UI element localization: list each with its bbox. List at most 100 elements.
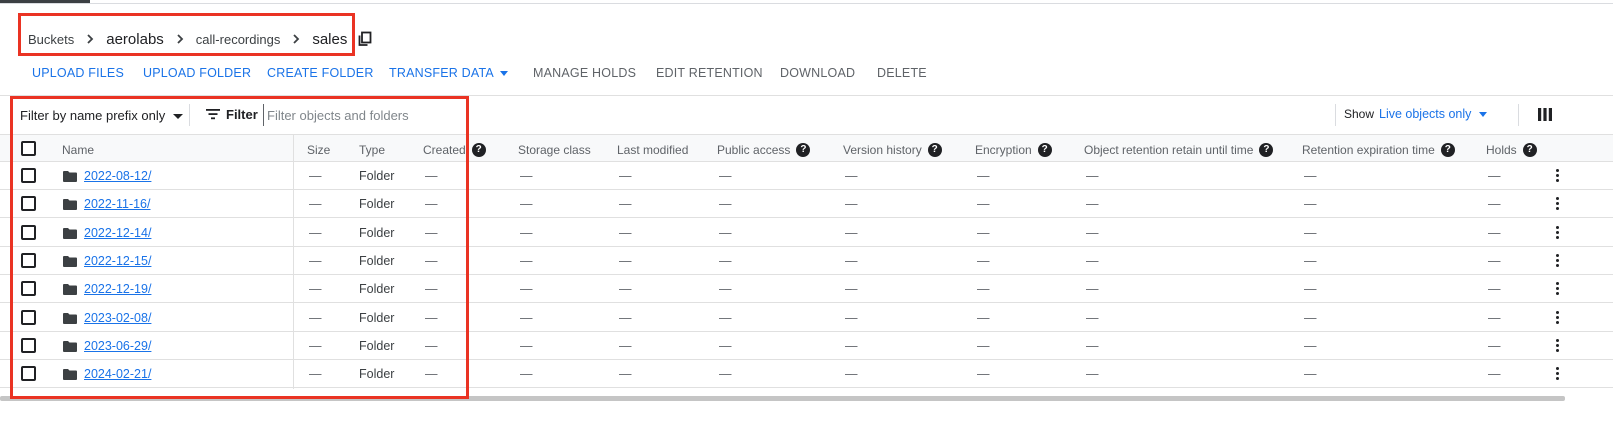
filter-input[interactable]	[263, 104, 453, 126]
column-header-size[interactable]: Size	[307, 143, 330, 157]
empty-cell: —	[619, 310, 632, 325]
row-checkbox[interactable]	[21, 168, 36, 183]
manage-holds-button[interactable]: MANAGE HOLDS	[533, 66, 636, 80]
show-select-value: Live objects only	[1379, 107, 1472, 121]
upload-folder-button[interactable]: UPLOAD FOLDER	[143, 66, 251, 80]
more-vert-icon[interactable]	[1556, 169, 1560, 183]
help-icon[interactable]: ?	[1037, 143, 1052, 157]
columns-icon[interactable]	[1538, 108, 1552, 121]
column-header-public-access[interactable]: Public access?	[717, 143, 811, 157]
empty-cell: —	[1304, 225, 1317, 240]
column-header-storage-class[interactable]: Storage class	[518, 143, 591, 157]
show-label: Show	[1344, 107, 1375, 121]
folder-link[interactable]: 2023-02-08/	[84, 311, 151, 325]
breadcrumb-buckets[interactable]: Buckets	[28, 32, 74, 47]
type-cell: Folder	[359, 338, 395, 353]
table-row[interactable]: 2022-11-16/ — — — — — — — — — — Folder	[0, 190, 1613, 219]
row-checkbox[interactable]	[21, 337, 36, 353]
folder-link[interactable]: 2022-12-19/	[84, 282, 151, 296]
transfer-data-button[interactable]: TRANSFER DATA	[389, 66, 508, 80]
folder-link[interactable]: 2022-11-16/	[84, 197, 151, 211]
column-storage-class-label: Storage class	[518, 143, 591, 157]
help-icon[interactable]: ?	[471, 143, 486, 157]
row-checkbox[interactable]	[21, 224, 36, 240]
breadcrumb-folder[interactable]: call-recordings	[196, 32, 281, 47]
table-row[interactable]: 2022-12-14/ — — — — — — — — — — Folder	[0, 219, 1613, 247]
breadcrumb-bucket[interactable]: aerolabs	[106, 31, 164, 48]
column-header-type[interactable]: Type	[359, 143, 385, 157]
help-icon[interactable]: ?	[796, 143, 811, 157]
more-vert-icon[interactable]	[1556, 338, 1560, 353]
empty-cell: —	[1304, 367, 1317, 382]
create-folder-button[interactable]: CREATE FOLDER	[267, 66, 374, 80]
edit-retention-button[interactable]: EDIT RETENTION	[656, 66, 763, 80]
column-header-retention-expiration[interactable]: Retention expiration time?	[1302, 143, 1455, 157]
empty-cell: —	[309, 225, 322, 240]
help-icon[interactable]: ?	[1259, 143, 1274, 157]
help-icon[interactable]: ?	[1522, 143, 1537, 157]
horizontal-scrollbar[interactable]	[0, 396, 1565, 401]
more-vert-icon[interactable]	[1556, 225, 1560, 240]
empty-cell: —	[719, 225, 732, 240]
row-checkbox[interactable]	[21, 196, 36, 212]
table-row[interactable]: 2024-02-21/ — — — — — — — — — — Folder	[0, 360, 1613, 389]
empty-cell: —	[977, 282, 990, 297]
upload-files-button[interactable]: UPLOAD FILES	[32, 66, 124, 80]
empty-cell: —	[1304, 338, 1317, 353]
column-last-modified-label: Last modified	[617, 143, 689, 157]
folder-icon	[63, 171, 77, 182]
help-icon[interactable]: ?	[1440, 143, 1455, 157]
download-button[interactable]: DOWNLOAD	[780, 66, 855, 80]
table-row[interactable]: 2022-12-15/ — — — — — — — — — — Folder	[0, 247, 1613, 275]
help-icon[interactable]: ?	[927, 143, 942, 157]
empty-cell: —	[309, 282, 322, 297]
column-header-last-modified[interactable]: Last modified	[617, 143, 688, 157]
empty-cell: —	[845, 367, 858, 382]
table-row[interactable]: 2023-02-08/ — — — — — — — — — — Folder	[0, 304, 1613, 332]
select-all-checkbox[interactable]	[21, 141, 36, 156]
column-header-version-history[interactable]: Version history?	[843, 143, 942, 157]
more-vert-icon[interactable]	[1556, 282, 1560, 296]
row-checkbox[interactable]	[21, 309, 36, 325]
chevron-right-icon	[87, 34, 94, 44]
more-vert-icon[interactable]	[1556, 253, 1560, 268]
divider	[1335, 104, 1336, 126]
column-header-created[interactable]: Created?	[423, 143, 486, 157]
empty-cell: —	[845, 225, 858, 240]
empty-cell: —	[977, 310, 990, 325]
folder-link[interactable]: 2023-06-29/	[84, 339, 151, 353]
table-row[interactable]: 2023-06-29/ — — — — — — — — — — Folder	[0, 332, 1613, 360]
column-type-label: Type	[359, 143, 386, 157]
row-checkbox[interactable]	[21, 281, 36, 297]
folder-link[interactable]: 2024-02-21/	[84, 367, 151, 381]
row-checkbox[interactable]	[21, 366, 36, 382]
copy-icon[interactable]	[357, 31, 373, 47]
table-row[interactable]: 2022-08-12/ — — — — — — — — — — Folder	[0, 162, 1613, 190]
folder-link[interactable]: 2022-08-12/	[84, 169, 151, 183]
column-header-retain-until[interactable]: Object retention retain until time?	[1084, 143, 1274, 157]
empty-cell: —	[619, 338, 632, 353]
folder-link[interactable]: 2022-12-15/	[84, 254, 151, 268]
more-vert-icon[interactable]	[1556, 197, 1560, 211]
more-vert-icon[interactable]	[1556, 367, 1560, 381]
folder-icon	[63, 255, 77, 267]
filter-mode-select[interactable]: Filter by name prefix only	[20, 108, 184, 123]
empty-cell: —	[309, 197, 322, 212]
column-header-encryption[interactable]: Encryption?	[975, 143, 1052, 157]
empty-cell: —	[1086, 367, 1099, 382]
row-checkbox[interactable]	[21, 252, 36, 268]
transfer-data-label: TRANSFER DATA	[389, 66, 494, 80]
empty-cell: —	[1304, 253, 1317, 268]
dropdown-caret-icon	[499, 71, 508, 77]
empty-cell: —	[1086, 225, 1099, 240]
folder-link[interactable]: 2022-12-14/	[84, 226, 151, 240]
empty-cell: —	[1304, 282, 1317, 297]
delete-button[interactable]: DELETE	[877, 66, 927, 80]
table-row[interactable]: 2022-12-19/ — — — — — — — — — — Folder	[0, 275, 1613, 304]
column-header-holds[interactable]: Holds?	[1486, 143, 1537, 157]
more-vert-icon[interactable]	[1556, 310, 1560, 325]
column-header-name[interactable]: Name	[62, 143, 94, 157]
show-select[interactable]: Live objects only	[1379, 107, 1488, 121]
empty-cell: —	[619, 367, 632, 382]
empty-cell: —	[1086, 310, 1099, 325]
